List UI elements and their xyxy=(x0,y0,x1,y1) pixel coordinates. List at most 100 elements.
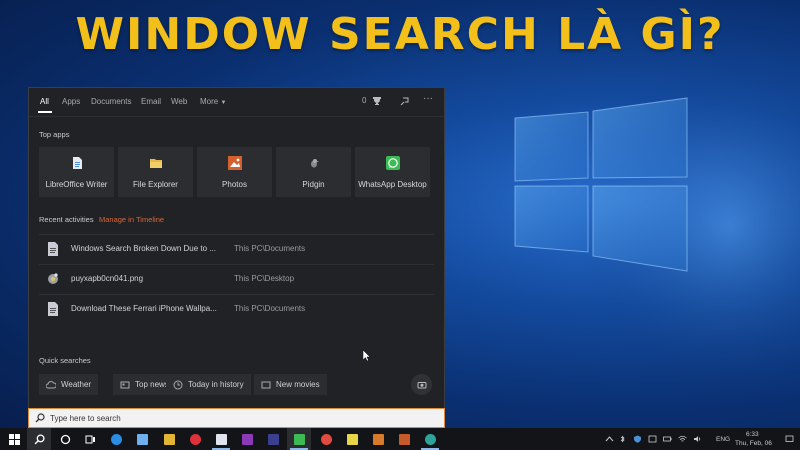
quick-search-label: New movies xyxy=(276,380,320,389)
app-tile-whatsapp[interactable]: WhatsApp Desktop xyxy=(355,147,430,197)
quick-search-weather[interactable]: Weather xyxy=(39,374,99,395)
folder-icon xyxy=(149,159,162,168)
cortana-button[interactable] xyxy=(53,428,77,450)
search-bar[interactable] xyxy=(28,408,445,428)
battery-icon[interactable] xyxy=(663,435,672,443)
app-tile-libreoffice-writer[interactable]: LibreOffice Writer xyxy=(39,147,114,197)
photos-icon xyxy=(398,433,410,445)
app-tile-pidgin[interactable]: Pidgin xyxy=(276,147,351,197)
quick-search-today-in-history[interactable]: Today in history xyxy=(166,374,251,395)
recent-item-name: Download These Ferrari iPhone Wallpa... xyxy=(71,304,217,313)
chart-icon xyxy=(372,433,384,445)
recent-item-path: This PC\Documents xyxy=(234,244,306,253)
top-apps-title: Top apps xyxy=(39,130,70,139)
network-icon[interactable] xyxy=(678,435,687,443)
whatsapp-icon xyxy=(385,156,400,170)
taskbar: ENG 6:33 Thu, Feb, 06 xyxy=(0,428,800,450)
taskbar-app-photos[interactable] xyxy=(392,428,416,450)
app-tile-label: WhatsApp Desktop xyxy=(358,180,427,189)
clock-time[interactable]: 6:33 xyxy=(746,431,759,438)
camera-search-button[interactable] xyxy=(411,374,432,395)
taskbar-app-vivaldi[interactable] xyxy=(314,428,338,450)
photos-icon xyxy=(227,156,242,170)
sync-icon[interactable] xyxy=(648,435,657,443)
windows-start-icon xyxy=(8,433,20,445)
app-tile-label: Pidgin xyxy=(302,180,325,189)
whatsapp-icon xyxy=(293,433,305,445)
quick-search-label: Top news xyxy=(135,380,169,389)
clock-date[interactable]: Thu, Feb, 06 xyxy=(735,440,772,447)
taskbar-app-edge-dev[interactable] xyxy=(418,428,442,450)
recent-item[interactable]: puyxapb0cn041.png This PC\Desktop xyxy=(39,264,434,292)
onenote-icon xyxy=(241,433,253,445)
tab-email[interactable]: Email xyxy=(141,97,161,106)
recent-item[interactable]: Download These Ferrari iPhone Wallpa... … xyxy=(39,294,434,322)
bluetooth-icon[interactable] xyxy=(618,435,627,443)
opera-icon xyxy=(189,433,201,445)
document-icon xyxy=(215,433,227,445)
tab-documents[interactable]: Documents xyxy=(91,97,131,106)
tab-all[interactable]: All xyxy=(40,97,49,106)
cloud-icon xyxy=(46,380,56,388)
store-icon xyxy=(136,433,148,445)
active-tab-indicator xyxy=(38,111,52,113)
headline: WINDOW SEARCH LÀ GÌ? xyxy=(75,8,725,60)
search-tabs: All Apps Documents Email Web More ▼ 0 ··… xyxy=(29,88,444,116)
chevron-up-icon[interactable] xyxy=(605,435,614,443)
taskbar-app-edge[interactable] xyxy=(104,428,128,450)
taskbar-app-excel[interactable] xyxy=(157,428,181,450)
trophy-icon[interactable] xyxy=(372,96,382,108)
feedback-icon[interactable] xyxy=(400,96,410,108)
news-icon xyxy=(120,381,130,388)
excel-icon xyxy=(163,433,175,445)
image-file-icon xyxy=(48,273,58,284)
search-input[interactable] xyxy=(50,413,430,423)
more-options-button[interactable]: ··· xyxy=(423,93,433,104)
taskbar-app-stats[interactable] xyxy=(366,428,390,450)
tab-more-label: More xyxy=(200,97,219,106)
taskbar-app-whatsapp[interactable] xyxy=(287,428,311,450)
libreoffice-writer-icon xyxy=(72,157,82,169)
clock-icon xyxy=(173,380,183,389)
app-tile-file-explorer[interactable]: File Explorer xyxy=(118,147,193,197)
tab-web[interactable]: Web xyxy=(171,97,187,106)
notification-icon[interactable] xyxy=(785,435,794,443)
taskbar-app-onenote[interactable] xyxy=(235,428,259,450)
volume-icon[interactable] xyxy=(693,435,702,443)
terminal-icon xyxy=(267,433,279,445)
movie-icon xyxy=(261,381,271,388)
rewards-points: 0 xyxy=(362,96,367,105)
search-icon xyxy=(34,433,45,444)
task-view-button[interactable] xyxy=(78,428,102,450)
recent-activities-title: Recent activities xyxy=(39,215,94,224)
quick-searches-title: Quick searches xyxy=(39,356,91,365)
edge-icon xyxy=(110,433,122,445)
recent-item[interactable]: Windows Search Broken Down Due to ... Th… xyxy=(39,234,434,262)
start-button[interactable] xyxy=(2,428,26,450)
tab-more[interactable]: More ▼ xyxy=(200,97,226,106)
taskbar-app-writer[interactable] xyxy=(209,428,233,450)
edge-dev-icon xyxy=(424,433,436,445)
app-tile-photos[interactable]: Photos xyxy=(197,147,272,197)
quick-search-label: Today in history xyxy=(188,380,244,389)
shield-icon[interactable] xyxy=(633,435,642,443)
chevron-down-icon: ▼ xyxy=(220,100,227,106)
manage-in-timeline-link[interactable]: Manage in Timeline xyxy=(99,215,164,224)
taskbar-app-sticky-notes[interactable] xyxy=(340,428,364,450)
taskbar-app-terminal[interactable] xyxy=(261,428,285,450)
recent-item-path: This PC\Desktop xyxy=(234,274,295,283)
recent-item-name: Windows Search Broken Down Due to ... xyxy=(71,244,216,253)
taskbar-app-store[interactable] xyxy=(130,428,154,450)
quick-search-new-movies[interactable]: New movies xyxy=(254,374,327,395)
recent-item-path: This PC\Documents xyxy=(234,304,306,313)
app-tile-label: Photos xyxy=(222,180,247,189)
cortana-icon xyxy=(60,434,70,444)
sticky-notes-icon xyxy=(346,433,358,445)
taskbar-app-opera[interactable] xyxy=(183,428,207,450)
pidgin-icon xyxy=(310,159,319,168)
recent-item-name: puyxapb0cn041.png xyxy=(71,274,144,283)
task-view-icon xyxy=(85,435,95,443)
tab-apps[interactable]: Apps xyxy=(62,97,80,106)
input-language[interactable]: ENG xyxy=(716,436,730,443)
taskbar-search-button[interactable] xyxy=(27,428,51,450)
